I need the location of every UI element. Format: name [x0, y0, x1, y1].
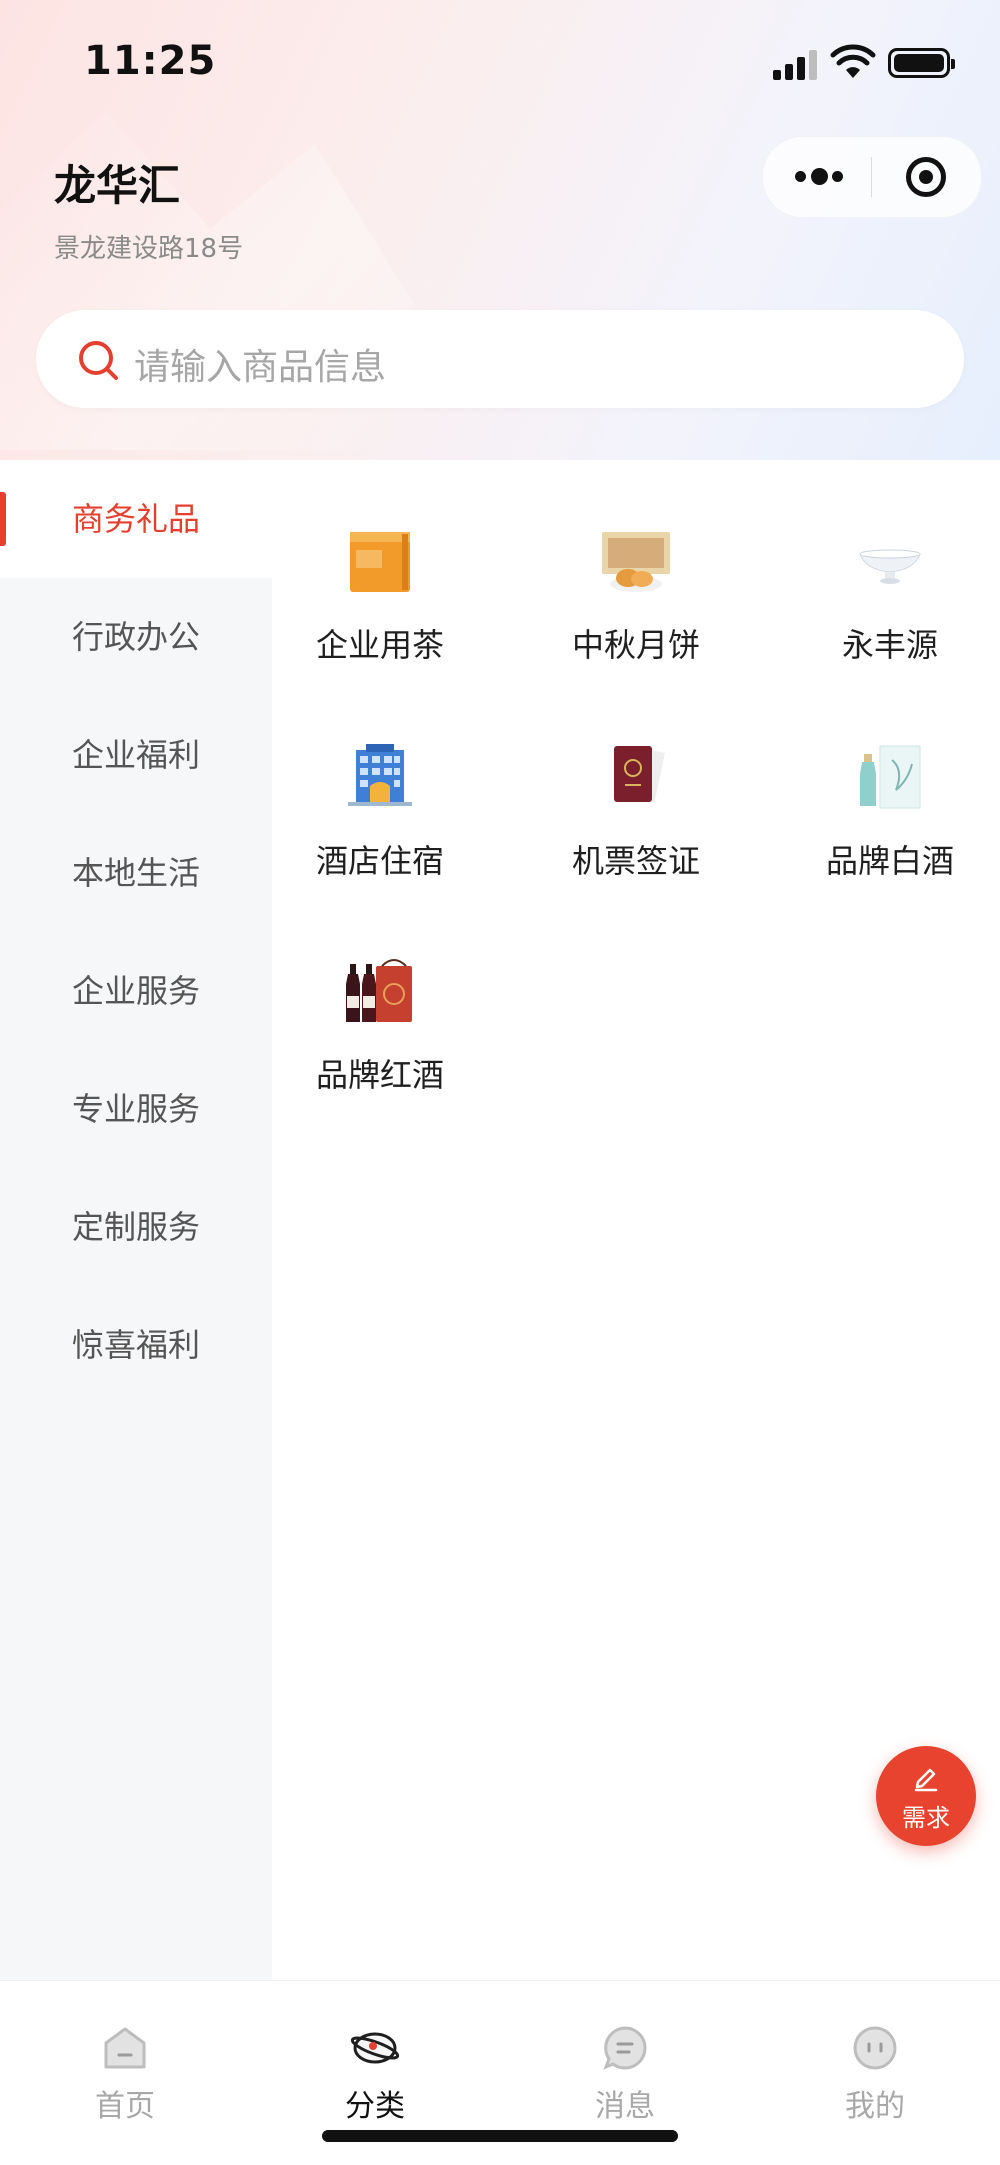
cellular-signal-icon	[773, 48, 821, 80]
tab-label: 分类	[345, 2089, 405, 2124]
category-label: 品牌白酒	[825, 842, 954, 880]
pencil-icon	[914, 1768, 938, 1792]
tab-label: 我的	[845, 2089, 905, 2124]
sidebar-item-local-life[interactable]: 本地生活	[0, 814, 272, 932]
address-subtitle[interactable]: 景龙建设路18号	[54, 228, 243, 265]
more-options-button[interactable]	[763, 137, 871, 217]
tab-label: 首页	[95, 2089, 155, 2124]
category-flight-visa[interactable]: 机票签证	[536, 740, 736, 920]
tab-label: 消息	[595, 2089, 655, 2124]
category-label: 机票签证	[571, 842, 700, 880]
search-input[interactable]: 请输入商品信息	[134, 338, 386, 390]
category-label: 酒店住宿	[315, 842, 444, 880]
category-mooncake[interactable]: 中秋月饼	[536, 524, 736, 704]
dot-icon	[811, 168, 828, 185]
category-label: 永丰源	[841, 626, 938, 664]
mini-program-capsule	[762, 136, 982, 218]
sidebar-item-business-gifts[interactable]: 商务礼品	[0, 460, 272, 578]
search-icon	[79, 341, 118, 380]
wifi-icon	[830, 44, 876, 78]
close-mini-program-button[interactable]	[872, 137, 981, 217]
sidebar-item-surprise-welfare[interactable]: 惊喜福利	[0, 1286, 272, 1404]
sidebar-item-custom-services[interactable]: 定制服务	[0, 1168, 272, 1286]
category-hotel[interactable]: 酒店住宿	[280, 740, 480, 920]
sidebar-item-admin-office[interactable]: 行政办公	[0, 578, 272, 696]
sidebar-item-employee-welfare[interactable]: 企业福利	[0, 696, 272, 814]
battery-icon	[888, 48, 955, 78]
category-brand-red-wine[interactable]: 品牌红酒	[280, 954, 480, 1134]
red-wine-icon	[346, 959, 412, 1022]
home-indicator	[322, 2130, 678, 2142]
category-icon	[350, 2032, 400, 2064]
porcelain-bowl-icon	[859, 549, 921, 584]
category-label: 品牌红酒	[315, 1056, 444, 1094]
tea-box-icon	[350, 532, 410, 592]
status-time: 11:25	[84, 38, 217, 84]
sidebar-item-professional-services[interactable]: 专业服务	[0, 1050, 272, 1168]
tab-home[interactable]: 首页	[0, 1981, 250, 2124]
passport-icon	[614, 746, 665, 802]
message-icon	[603, 2026, 647, 2070]
category-label: 中秋月饼	[571, 626, 700, 664]
category-brand-baijiu[interactable]: 品牌白酒	[790, 740, 990, 920]
search-bar[interactable]: 请输入商品信息	[36, 310, 964, 408]
mooncake-icon	[602, 532, 670, 592]
tab-profile[interactable]: 我的	[750, 1981, 1000, 2124]
category-enterprise-tea[interactable]: 企业用茶	[280, 524, 480, 704]
dot-icon	[795, 171, 806, 182]
tab-category[interactable]: 分类	[250, 1981, 500, 2124]
home-icon	[104, 2027, 146, 2069]
category-label: 企业用茶	[315, 626, 444, 664]
category-yongfengyuan[interactable]: 永丰源	[790, 524, 990, 704]
category-sidebar: 商务礼品 行政办公 企业福利 本地生活 企业服务 专业服务 定制服务 惊喜福利	[0, 460, 272, 1980]
tab-messages[interactable]: 消息	[500, 1981, 750, 2124]
demand-fab-button[interactable]: 需求	[876, 1746, 976, 1846]
baijiu-icon	[860, 745, 921, 809]
dot-icon	[832, 171, 843, 182]
page-title: 龙华汇	[54, 161, 181, 210]
profile-icon	[853, 2026, 897, 2070]
fab-label: 需求	[902, 1804, 950, 1832]
sidebar-item-enterprise-services[interactable]: 企业服务	[0, 932, 272, 1050]
hotel-icon	[348, 744, 412, 806]
